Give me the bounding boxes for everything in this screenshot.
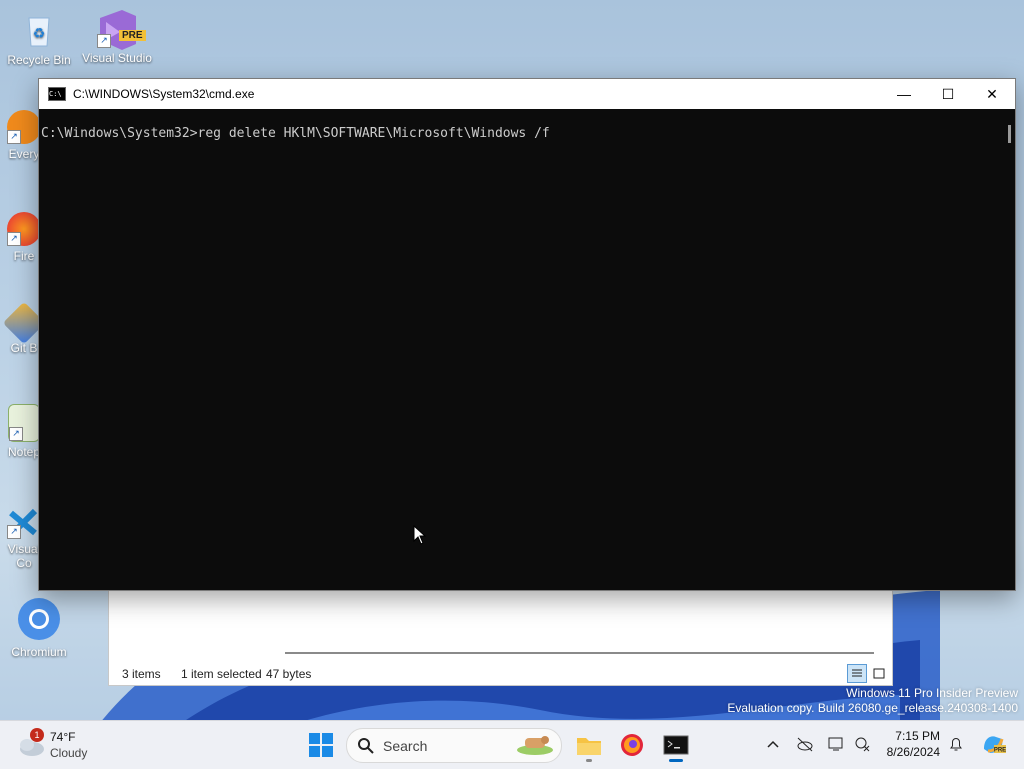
vertical-scrollbar[interactable]	[1008, 125, 1011, 143]
taskbar-file-explorer[interactable]	[573, 729, 605, 762]
recycle-bin-icon: ♻	[19, 10, 59, 50]
watermark-line-2: Evaluation copy. Build 26080.ge_release.…	[727, 701, 1018, 715]
desktop-icon-visual-studio[interactable]: PRE ↗ Visual Studio	[79, 8, 155, 65]
mouse-cursor-icon	[413, 525, 427, 545]
start-button[interactable]	[305, 729, 337, 761]
weather-temperature: 74°F	[50, 730, 76, 744]
desktop-icon-label: Visual Studio	[82, 51, 152, 65]
taskbar-search-box[interactable]: Search	[346, 728, 562, 763]
onedrive-offline-icon[interactable]	[796, 735, 814, 753]
desktop-icon-chromium[interactable]: Chromium	[1, 596, 77, 659]
search-icon	[358, 738, 374, 754]
weather-description: Cloudy	[50, 746, 88, 760]
clock-time: 7:15 PM	[895, 729, 940, 743]
everything-icon: ↗	[7, 110, 41, 144]
desktop-icon-label: Recycle Bin	[7, 53, 71, 67]
windows-watermark: Windows 11 Pro Insider Preview Evaluatio…	[727, 686, 1018, 716]
network-disconnected-icon[interactable]	[853, 735, 871, 753]
cmd-window[interactable]: C:\ C:\WINDOWS\System32\cmd.exe — ☐ ✕ C:…	[38, 78, 1016, 591]
terminal-icon	[663, 735, 689, 755]
cmd-window-title: C:\WINDOWS\System32\cmd.exe	[73, 87, 255, 101]
svg-text:♻: ♻	[33, 25, 46, 41]
notepad-plus-icon: ↗	[8, 404, 40, 442]
desktop-icon-label: Chromium	[11, 645, 67, 659]
windows-logo-icon	[309, 733, 333, 757]
minimize-button[interactable]: —	[881, 79, 927, 109]
display-icon[interactable]	[827, 735, 845, 753]
details-view-button[interactable]	[847, 664, 867, 683]
shortcut-arrow-icon: ↗	[7, 130, 21, 144]
taskbar-terminal[interactable]	[660, 729, 692, 762]
taskbar: 1 74°F Cloudy Search 7:15 PM 8/26/2024 P…	[0, 720, 1024, 769]
clock-date: 8/26/2024	[886, 745, 940, 759]
vscode-icon: ↗	[7, 505, 41, 539]
watermark-line-1: Windows 11 Pro Insider Preview	[846, 686, 1018, 700]
shortcut-arrow-icon: ↗	[9, 427, 23, 441]
active-indicator	[669, 759, 683, 762]
notification-badge: 1	[30, 728, 44, 742]
search-highlight-icon	[517, 736, 553, 755]
explorer-status-bar: 3 items 1 item selected 47 bytes	[109, 661, 892, 685]
shortcut-arrow-icon: ↗	[7, 525, 21, 539]
cmd-title-bar[interactable]: C:\ C:\WINDOWS\System32\cmd.exe — ☐ ✕	[39, 79, 1015, 109]
console-output[interactable]: C:\Windows\System32>reg delete HKlM\SOFT…	[39, 110, 999, 590]
taskbar-firefox[interactable]	[616, 729, 648, 761]
notifications-bell-icon[interactable]	[947, 735, 965, 753]
selection-info: 1 item selected	[181, 667, 262, 681]
large-icons-view-button[interactable]	[869, 664, 889, 683]
items-count: 3 items	[122, 667, 161, 681]
folder-icon	[577, 738, 601, 755]
visual-studio-icon: PRE ↗	[97, 8, 146, 50]
svg-text:PRE: PRE	[994, 748, 1006, 754]
cmd-app-icon: C:\	[48, 87, 66, 101]
desktop-icon-recycle-bin[interactable]: ♻ Recycle Bin	[1, 10, 77, 67]
show-hidden-icons-chevron-icon[interactable]	[764, 735, 782, 753]
weather-widget[interactable]: 1 74°F Cloudy	[14, 728, 114, 762]
shortcut-arrow-icon: ↗	[7, 232, 21, 246]
firefox-icon: ↗	[7, 212, 41, 246]
running-indicator	[586, 759, 592, 762]
firefox-icon	[621, 734, 643, 756]
chromium-icon	[16, 596, 62, 642]
shortcut-arrow-icon: ↗	[97, 34, 111, 48]
close-button[interactable]: ✕	[969, 79, 1015, 109]
pre-badge: PRE	[119, 30, 146, 41]
copilot-icon[interactable]: PRE	[978, 729, 1010, 761]
selection-size: 47 bytes	[266, 667, 312, 681]
search-label: Search	[383, 738, 428, 754]
maximize-button[interactable]: ☐	[925, 79, 971, 109]
taskbar-clock[interactable]: 7:15 PM 8/26/2024	[878, 728, 940, 760]
horizontal-scrollbar[interactable]	[285, 652, 874, 654]
